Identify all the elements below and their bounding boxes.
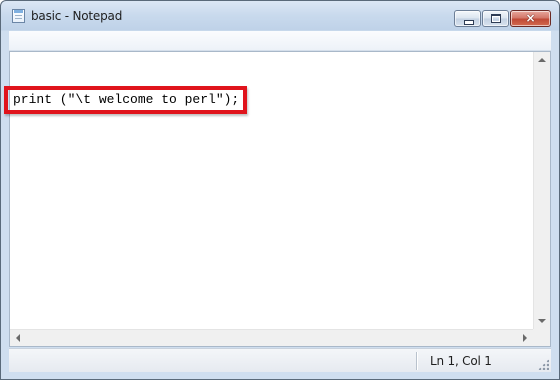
scroll-up-icon[interactable] [538, 58, 546, 62]
scroll-down-icon[interactable] [538, 319, 546, 323]
maximize-icon [483, 11, 508, 26]
notepad-icon[interactable] [12, 9, 25, 23]
text-editor[interactable]: print ("\t welcome to perl"); [4, 51, 551, 347]
cursor-position: Ln 1, Col 1 [430, 354, 492, 368]
highlight-annotation [4, 86, 247, 114]
maximize-button[interactable] [482, 10, 509, 27]
scrollbar-corner [533, 329, 550, 346]
close-icon: × [525, 11, 536, 25]
horizontal-scrollbar[interactable] [10, 329, 533, 346]
resize-grip-icon[interactable] [538, 359, 549, 370]
minimize-button[interactable] [454, 10, 481, 27]
minimize-icon [455, 11, 480, 26]
status-bar: Ln 1, Col 1 [9, 348, 551, 372]
scroll-right-icon[interactable] [523, 334, 527, 342]
notepad-window: basic - Notepad × print ("\t welcome to … [0, 0, 560, 380]
menu-bar [9, 31, 551, 51]
vertical-scrollbar[interactable] [533, 52, 550, 329]
title-bar[interactable]: basic - Notepad × [1, 1, 559, 31]
window-title: basic - Notepad [31, 9, 123, 23]
status-divider [416, 352, 417, 370]
close-button[interactable]: × [510, 10, 551, 27]
scroll-left-icon[interactable] [16, 334, 20, 342]
